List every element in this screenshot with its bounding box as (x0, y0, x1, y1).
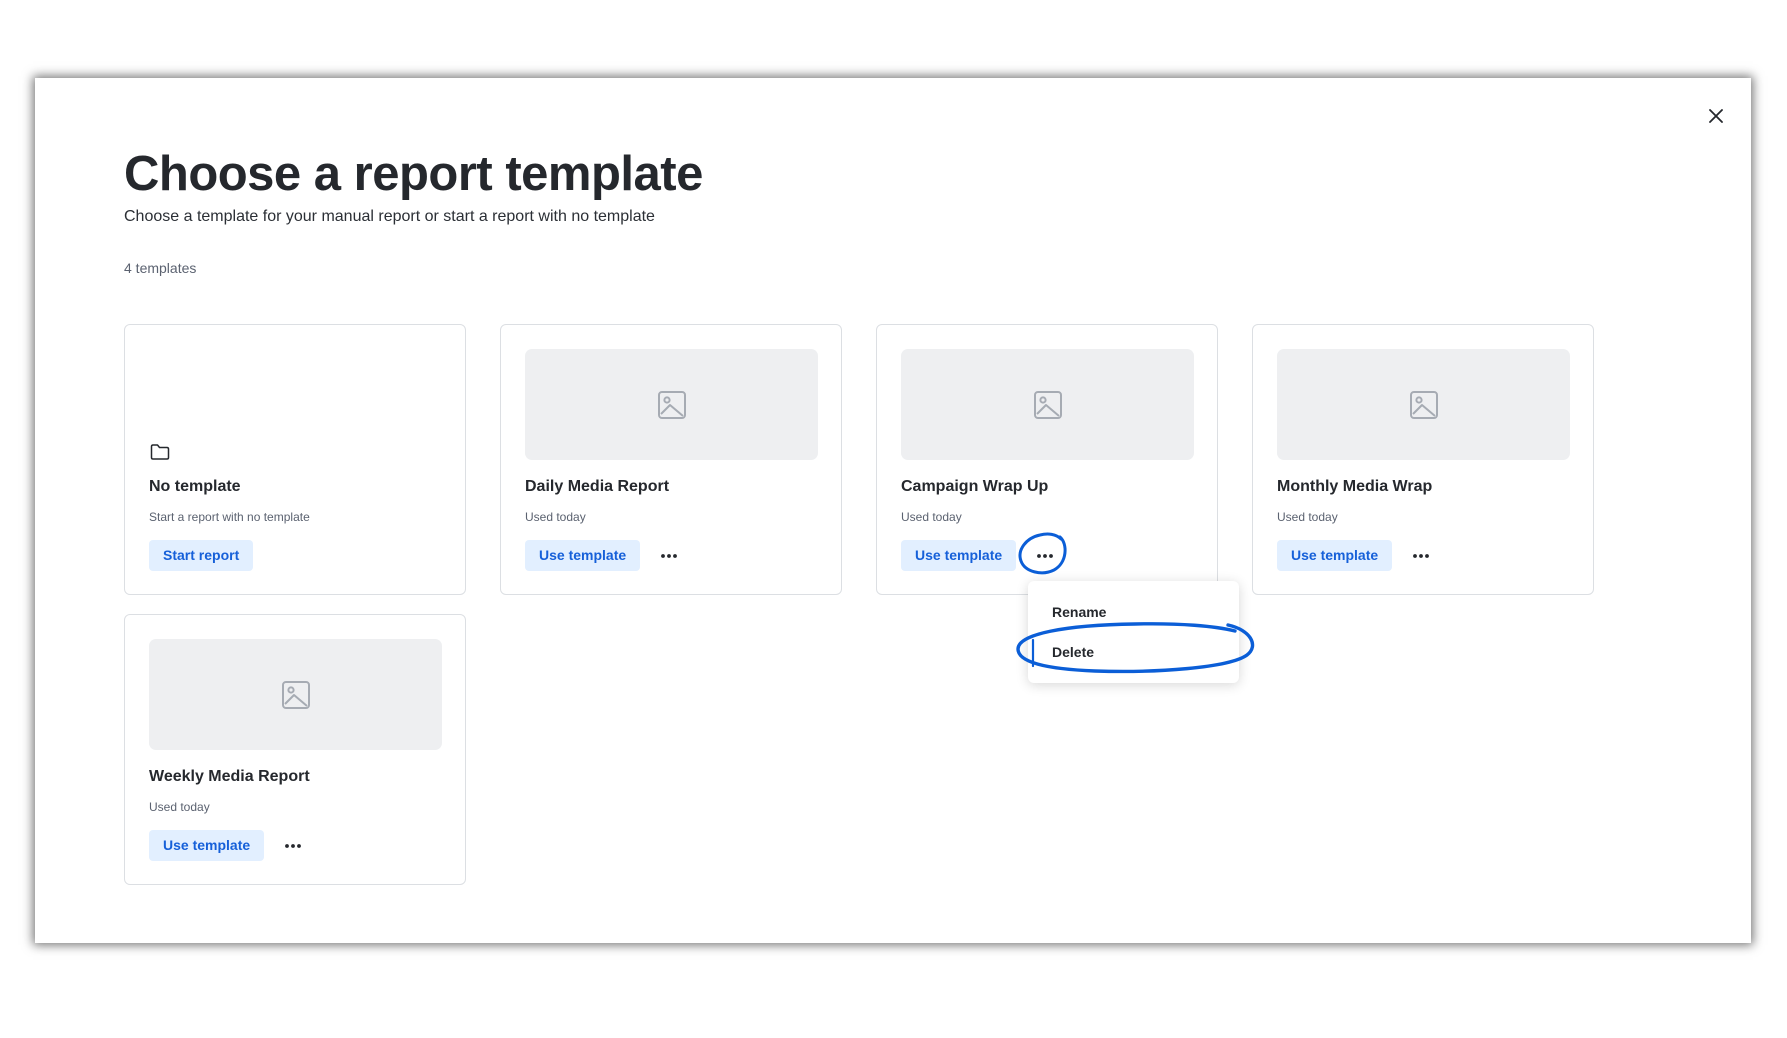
more-horizontal-icon (661, 553, 677, 558)
more-horizontal-icon (1413, 553, 1429, 558)
folder-icon (150, 444, 170, 460)
more-options-button[interactable] (1406, 540, 1436, 571)
page-subtitle: Choose a template for your manual report… (124, 208, 655, 225)
template-count: 4 templates (124, 260, 197, 276)
template-card-weekly-media-report[interactable]: Weekly Media Report Used today Use templ… (124, 614, 466, 885)
more-options-button[interactable] (654, 540, 684, 571)
template-modal: Choose a report template Choose a templa… (35, 78, 1751, 943)
image-placeholder-icon (657, 390, 686, 419)
use-template-button[interactable]: Use template (149, 830, 265, 861)
card-subtitle: Start a report with no template (149, 510, 310, 524)
menu-item-delete[interactable]: Delete (1028, 634, 1239, 670)
use-template-button[interactable]: Use template (901, 540, 1017, 571)
card-subtitle: Used today (901, 510, 962, 524)
template-thumbnail (901, 349, 1194, 460)
more-horizontal-icon (1037, 553, 1053, 558)
template-thumbnail (1277, 349, 1570, 460)
card-subtitle: Used today (1277, 510, 1338, 524)
template-card-monthly-media-wrap[interactable]: Monthly Media Wrap Used today Use templa… (1252, 324, 1594, 595)
use-template-button[interactable]: Use template (1277, 540, 1393, 571)
more-options-button[interactable] (278, 830, 308, 861)
template-card-campaign-wrap-up[interactable]: Campaign Wrap Up Used today Use template (876, 324, 1218, 595)
menu-item-rename[interactable]: Rename (1028, 594, 1239, 630)
more-horizontal-icon (285, 843, 301, 848)
card-title: No template (149, 478, 241, 495)
start-report-button[interactable]: Start report (149, 540, 254, 571)
template-card-no-template[interactable]: No template Start a report with no templ… (124, 324, 466, 595)
card-subtitle: Used today (149, 800, 210, 814)
template-context-menu: Rename Delete (1028, 581, 1239, 683)
close-icon (1709, 109, 1723, 123)
image-placeholder-icon (281, 680, 310, 709)
card-title: Daily Media Report (525, 478, 670, 495)
template-thumbnail (149, 639, 442, 750)
card-title: Monthly Media Wrap (1277, 478, 1433, 495)
use-template-button[interactable]: Use template (525, 540, 641, 571)
card-subtitle: Used today (525, 510, 586, 524)
image-placeholder-icon (1033, 390, 1062, 419)
card-title: Weekly Media Report (149, 768, 310, 785)
image-placeholder-icon (1409, 390, 1438, 419)
page-title: Choose a report template (124, 147, 703, 201)
more-options-button[interactable] (1030, 540, 1060, 571)
close-button[interactable] (1698, 98, 1734, 134)
card-title: Campaign Wrap Up (901, 478, 1049, 495)
template-thumbnail (525, 349, 818, 460)
template-card-daily-media-report[interactable]: Daily Media Report Used today Use templa… (500, 324, 842, 595)
